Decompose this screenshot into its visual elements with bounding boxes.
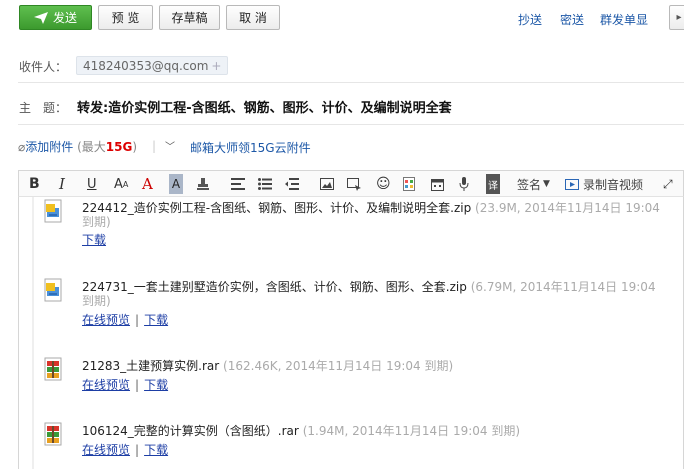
bcc-link[interactable]: 密送 [560, 11, 584, 28]
attachment-actions: 在线预览 | 下载 [82, 311, 168, 328]
attach-max-prefix: (最大 [77, 140, 106, 154]
action-separator: | [135, 378, 140, 392]
font-size-icon[interactable]: AA [114, 174, 128, 194]
microphone-icon[interactable] [459, 174, 469, 194]
send-label: 发送 [52, 11, 77, 25]
attachment-meta: (23.9M, 2014年11月14日 19:04 [475, 201, 660, 215]
attachment-meta-wrap: 到期) [82, 294, 111, 308]
translate-icon[interactable]: 译 [486, 174, 500, 194]
signature-label: 签名 [517, 177, 542, 192]
bold-icon[interactable]: B [29, 174, 40, 194]
attachment-actions: 下载 [82, 231, 106, 248]
divider [18, 124, 684, 125]
compose-toolbar: 发送 预 览 存草稿 取 消 抄送 密送 群发单显 ▸ [0, 0, 684, 40]
align-icon[interactable] [231, 174, 245, 194]
preview-button[interactable]: 预 览 [98, 5, 153, 30]
record-video-label: 录制音视频 [583, 177, 644, 192]
rar-file-icon [44, 357, 62, 381]
attach-dropdown-icon[interactable]: ﹀ [165, 138, 175, 153]
preview-online-link[interactable]: 在线预览 [82, 313, 130, 327]
more-options-button[interactable]: ▸ [669, 5, 684, 30]
save-draft-button[interactable]: 存草稿 [159, 5, 220, 30]
bullet-list-icon[interactable] [258, 174, 272, 194]
action-separator: | [135, 443, 140, 457]
recipient-chip[interactable]: 418240353@qq.com + [76, 56, 229, 75]
attachment-meta: (162.46K, 2014年11月14日 19:04 到期) [223, 359, 454, 373]
add-attachment-link[interactable]: 添加附件 [25, 140, 73, 154]
body-left-rule [32, 197, 34, 469]
download-link[interactable]: 下载 [144, 378, 168, 392]
attachment-meta-wrap: 到期) [82, 215, 111, 229]
recipient-address: 418240353@qq.com [83, 58, 209, 73]
more-icon: ▸ [676, 12, 682, 23]
attachment-name: 224412_造价实例工程-含图纸、钢筋、图形、计价、及编制说明全套.zip (… [82, 199, 660, 216]
attachment-actions: 在线预览 | 下载 [82, 376, 168, 393]
download-link[interactable]: 下载 [82, 233, 106, 247]
remove-recipient-icon[interactable]: + [211, 59, 221, 73]
recipient-label: 收件人： [19, 60, 68, 74]
attachment-filename: 106124_完整的计算实例（含图纸）.rar [82, 424, 299, 438]
attach-divider: | [152, 139, 157, 153]
underline-icon[interactable]: U [87, 174, 97, 194]
fullscreen-icon[interactable]: ⤢ [663, 174, 673, 194]
screenshot-icon[interactable] [347, 174, 362, 194]
attachment-actions: 在线预览 | 下载 [82, 441, 168, 458]
attachment-name: 106124_完整的计算实例（含图纸）.rar (1.94M, 2014年11月… [82, 422, 520, 439]
outdent-icon[interactable] [285, 174, 299, 194]
calendar-icon[interactable] [431, 174, 444, 194]
attachment-name: 21283_土建预算实例.rar (162.46K, 2014年11月14日 1… [82, 357, 453, 374]
subject-input[interactable]: 转发:造价实例工程-含图纸、钢筋、图形、计价、及编制说明全套 [77, 97, 452, 116]
record-video-button[interactable]: 录制音视频 [565, 174, 643, 194]
video-icon [565, 178, 579, 190]
editor-toolbar: B I U AA A A ☺ 译 签名 ▼ 录制音视频 ⤢ [18, 170, 684, 197]
preview-online-link[interactable]: 在线预览 [82, 378, 130, 392]
attachment-filename: 21283_土建预算实例.rar [82, 359, 220, 373]
cloud-attachment-link[interactable]: 邮箱大师领15G云附件 [190, 139, 311, 156]
attachment-meta: (1.94M, 2014年11月14日 19:04 到期) [302, 424, 521, 438]
preview-online-link[interactable]: 在线预览 [82, 443, 130, 457]
attach-max-note: (最大15G) [77, 140, 137, 154]
attach-max-suffix: ) [132, 140, 138, 154]
action-separator: | [135, 313, 140, 327]
download-link[interactable]: 下载 [144, 313, 168, 327]
zip-file-icon [44, 199, 62, 223]
attachment-filename: 224731_一套土建别墅造价实例，含图纸、计价、钢筋、图形、全套.zip [82, 280, 467, 294]
attachment-meta: (6.79M, 2014年11月14日 19:04 [470, 280, 656, 294]
divider [18, 82, 684, 83]
stationery-icon[interactable] [403, 174, 415, 194]
zip-file-icon [44, 278, 62, 302]
chevron-down-icon: ▼ [543, 179, 550, 189]
rar-file-icon [44, 422, 62, 446]
signature-dropdown[interactable]: 签名 ▼ [517, 174, 550, 194]
send-button[interactable]: 发送 [19, 5, 92, 30]
highlight-color-icon[interactable]: A [169, 174, 183, 194]
attachment-filename: 224412_造价实例工程-含图纸、钢筋、图形、计价、及编制说明全套.zip [82, 201, 472, 215]
subject-label: 主 题： [19, 101, 68, 115]
cancel-button[interactable]: 取 消 [226, 5, 280, 30]
download-link[interactable]: 下载 [144, 443, 168, 457]
attachment-name: 224731_一套土建别墅造价实例，含图纸、计价、钢筋、图形、全套.zip (6… [82, 278, 656, 295]
cc-link[interactable]: 抄送 [518, 11, 542, 28]
send-icon [33, 11, 48, 24]
attach-max-size: 15G [105, 140, 133, 154]
emoji-icon[interactable]: ☺ [376, 174, 391, 194]
attach-bar: ⌀添加附件 (最大15G) [18, 138, 137, 155]
image-icon[interactable] [320, 174, 334, 194]
clear-format-icon[interactable] [196, 174, 210, 194]
font-color-icon[interactable]: A [142, 174, 153, 194]
italic-icon[interactable]: I [59, 174, 65, 194]
separate-send-link[interactable]: 群发单显 [600, 11, 648, 28]
